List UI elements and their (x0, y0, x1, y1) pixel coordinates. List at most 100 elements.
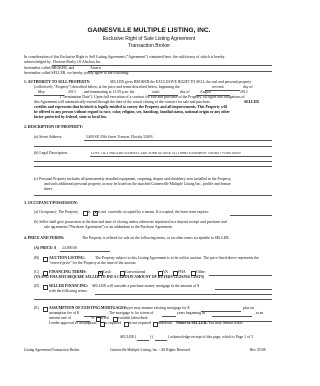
legal-description-line-2 (34, 161, 272, 162)
seller-financing-amount-line (215, 288, 272, 290)
assumption-amount-line (201, 310, 241, 312)
section-1-line-5-seller: SELLER (244, 100, 259, 104)
seller-financing-terms-line-2 (34, 299, 272, 300)
intro-line-1: In consideration of this Exclusive Right… (24, 55, 225, 59)
occupancy-rest: currently occupied by a tenant. If occup… (108, 210, 209, 214)
financing-label: FINANCING TERMS: (49, 270, 87, 274)
ack-initial-line-2 (155, 339, 167, 341)
section-1-line-2: (collectively "Property") described belo… (34, 85, 180, 89)
seller-financing-label: SELLER FINANCING: (49, 284, 89, 288)
seller-financing-line-2: with the following terms: (49, 289, 88, 293)
auction-prefix: (B) (34, 256, 40, 260)
price-line (60, 250, 110, 252)
section-1-line-1: SELLER gives BROKER the EXCLUSIVE RIGHT … (110, 80, 252, 84)
approval-required-label: is required (105, 321, 122, 325)
section-2-heading: 2. DESCRIPTION OF PROPERTY: (24, 125, 83, 129)
assumption-beginning-label: years beginning in (177, 311, 206, 315)
variable-rate-label: variable (described: (118, 316, 149, 320)
assumption-plus-an: plus an (243, 306, 254, 310)
broker-name-line (52, 64, 272, 66)
price-label: (A) PRICE: $ (34, 246, 57, 250)
assumption-at-an: , at an (254, 311, 264, 315)
legal-description-line-3 (34, 166, 272, 167)
lease-expires-line (230, 214, 272, 216)
seller-financing-terms-line (95, 293, 272, 295)
seller-financing-checkbox[interactable] (43, 284, 49, 290)
possession-line-1: (b) Seller shall give possession at the … (34, 220, 227, 224)
assumption-beginning-line (212, 315, 252, 317)
occupancy-label: (a) Occupancy: The Property (34, 210, 79, 214)
legal-description-field[interactable]: LOTS 1 & 2 2ND ADD WATERS LAKE SUBD 92/1… (91, 151, 241, 155)
section-3-heading: 3. OCCUPANCY/POSSESSION: (24, 201, 78, 205)
auction-line-1: The Property subject to this Listing Agr… (95, 256, 259, 260)
document-subtitle-2: Transaction Broker (127, 43, 171, 49)
start-day-field[interactable]: seventh (212, 85, 224, 89)
section-4-intro: The Property is offered for sale on the … (82, 236, 230, 240)
occupancy-is-not-label: is not (98, 210, 107, 214)
intro-line-2-prefix: acknowledged by (24, 60, 51, 64)
section-1-heading: 1. AUTHORITY TO SELL PROPERTY: (24, 80, 91, 84)
personal-property-line-3: sheet. (44, 187, 53, 191)
street-address-line-2 (34, 146, 272, 147)
auction-line-2: "reserve price" for the Property at the … (49, 261, 137, 265)
price-field[interactable]: 24,000.00 (62, 246, 77, 250)
personal-property-line-2: and such additional personal property as… (44, 182, 232, 186)
section-1-line-4: ("Termination Date"). Upon full executio… (60, 95, 245, 99)
document-subtitle: Exclusive Right of Sale Listing Agreemen… (102, 36, 196, 42)
approval-unknown-label: unknown. (158, 321, 174, 325)
assumption-label: ASSUMPTION OF EXISTING MORTGAGE: (49, 306, 125, 310)
conventional-label: Conventional (125, 270, 146, 274)
financing-note: (VA AND FHA MAY REQUIRE SELLER TO PAY A … (34, 275, 205, 279)
ack-seller-suffix: ) acknowledge receipt of this page, whic… (168, 335, 253, 339)
assumption-term-label: . The mortgage is for a term of (107, 311, 154, 315)
financing-prefix: (C) (34, 270, 40, 274)
fha-label: FHA (178, 270, 186, 274)
broker-name-field[interactable]: Horizon Realty Of Alachua Inc. (53, 60, 101, 64)
end-year-field[interactable]: 2013 (240, 90, 248, 94)
ack-seller-mid: ) ( (150, 335, 154, 339)
approval-not-required-label: is not required (129, 321, 151, 325)
street-address-field[interactable]: 5400 SE 29th Street Trenton, Florida 326… (86, 135, 153, 139)
interest-rate-label: interest rate of (49, 316, 71, 320)
footer-form-name: Listing Agreement/Transaction Broker (24, 348, 80, 352)
possession-line-2: sale agreement ("Purchase Agreement") or… (44, 225, 173, 229)
personal-property-line-4 (34, 195, 272, 196)
auction-checkbox[interactable] (43, 256, 49, 262)
section-1-line-7: be offered to any person without regard … (34, 110, 230, 114)
personal-property-line-1: (c) Personal Property includes all perma… (34, 177, 232, 181)
occupancy-is-label: is (88, 210, 91, 214)
section-1-line-8: factor protected by federal, state or lo… (34, 115, 108, 119)
end-month-field[interactable]: August (200, 90, 211, 94)
document-title: GAINESVILLE MULTIPLE LISTING, INC. (87, 27, 211, 34)
intro-line-4: hereinafter called SELLER, we hereby joi… (24, 71, 130, 75)
street-address-line (84, 139, 272, 141)
start-month-field[interactable]: May (38, 90, 45, 94)
seller-financing-prefix: (D) (34, 284, 40, 288)
footer-copyright: Gainesville Multiple Listing, Inc. - All… (110, 348, 190, 352)
legal-description-line (90, 155, 272, 157)
section-1-end-day-of: day of (180, 90, 190, 94)
legal-description-label: (b) Legal Description: (34, 151, 68, 155)
footer-revision: Rev. 05/08 (250, 348, 266, 352)
lender-approval-label: Lender approval of assumption (49, 321, 97, 325)
section-1-line-5: this Agreement will automatically extend… (34, 100, 211, 104)
fixed-rate-label: fixed (101, 316, 109, 320)
interest-rate-percent: % (91, 316, 95, 320)
seller-financing-line-1: SELLER will consider a purchase money mo… (92, 284, 200, 288)
other-financing-label: Other: (196, 270, 206, 274)
ack-seller-prefix: SELLER ( (120, 335, 137, 339)
notice-to-seller-label: Notice to SELLER: (176, 321, 208, 325)
notice-to-seller-text: You may remain liable (208, 321, 243, 325)
document-page: GAINESVILLE MULTIPLE LISTING, INC. Exclu… (0, 0, 298, 386)
intro-line-3: hereinafter called BROKER, and (24, 66, 75, 70)
seller-name-field[interactable]: Ameris (90, 66, 101, 70)
ack-initial-line-1 (137, 339, 149, 341)
section-4-heading: 4. PRICE AND TERMS: (24, 236, 65, 240)
assumption-checkbox[interactable] (43, 306, 49, 312)
end-day-field[interactable]: sixth (152, 90, 159, 94)
assumption-prefix: (E) (34, 306, 39, 310)
start-year-field[interactable]: 2013 (68, 90, 76, 94)
assumption-fee-label: assumption fee of $ (49, 311, 79, 315)
section-1-line-6: certifies and represents that he/she/it … (34, 105, 227, 109)
assumption-line-1: Buyer may assume existing mortgage for $ (124, 306, 190, 310)
